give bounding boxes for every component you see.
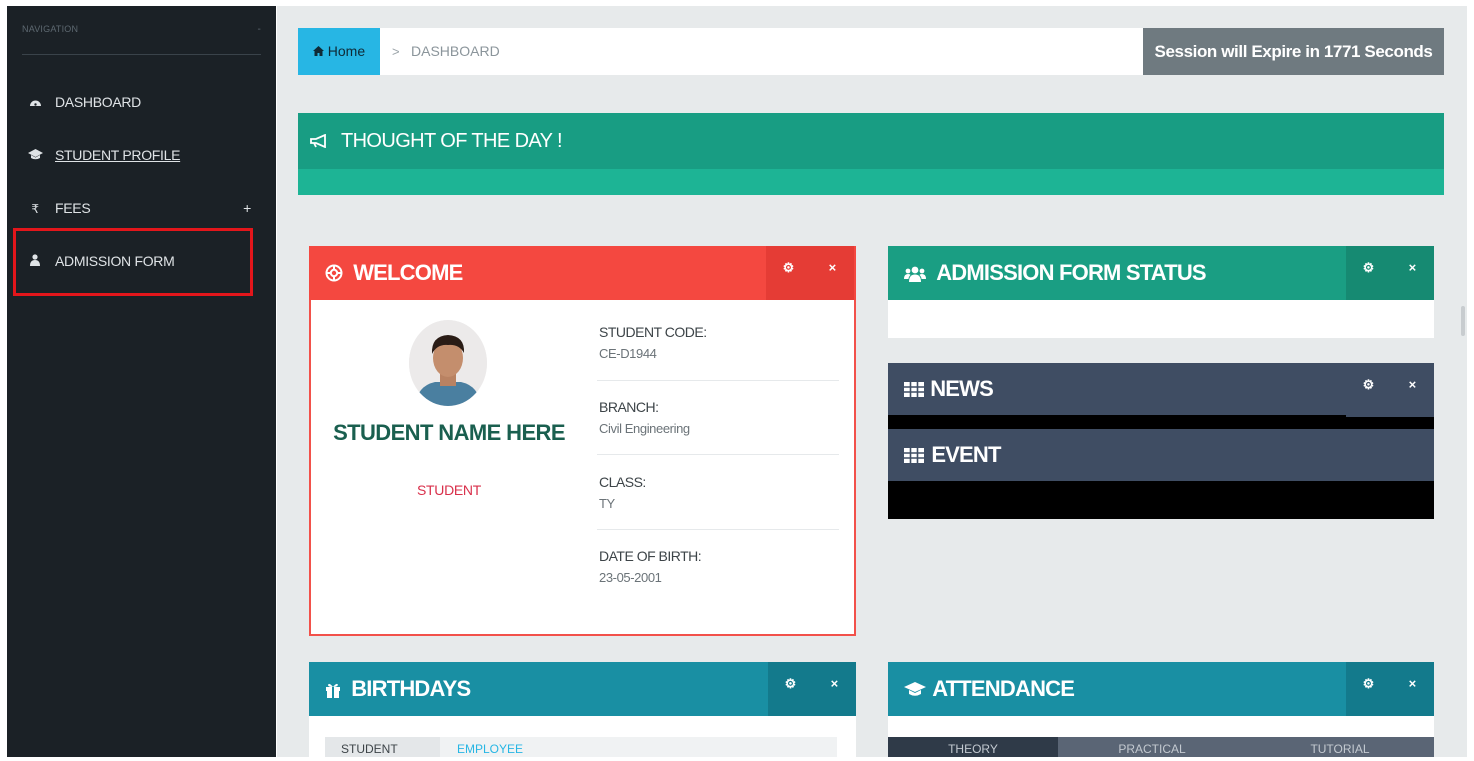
navigation-label: NAVIGATION <box>22 24 79 34</box>
sidebar-item-dashboard[interactable]: DASHBOARD <box>27 90 141 114</box>
birthdays-panel: BIRTHDAYS ⚙ × STUDENT EMPLOYEE <box>309 662 856 757</box>
welcome-header: WELCOME ⚙ × <box>309 246 856 300</box>
field-value: CE-D1944 <box>599 346 657 361</box>
news-panel: NEWS ⚙ × EVENT <box>888 363 1434 519</box>
close-icon[interactable]: × <box>1390 662 1434 716</box>
field-value: 23-05-2001 <box>599 570 662 585</box>
settings-icon[interactable]: ⚙ <box>1346 363 1390 417</box>
birthdays-tabs: STUDENT EMPLOYEE <box>325 737 837 757</box>
field-value: TY <box>599 496 615 511</box>
tab-employee[interactable]: EMPLOYEE <box>457 737 523 757</box>
sidebar-item-label: FEES <box>55 200 91 216</box>
news-title-wrap: NEWS <box>904 363 994 416</box>
event-title-wrap: EVENT <box>904 429 1001 481</box>
megaphone-icon <box>310 130 333 152</box>
event-title: EVENT <box>931 442 1001 467</box>
users-icon <box>904 264 930 284</box>
dashboard-icon <box>27 91 43 115</box>
settings-icon[interactable]: ⚙ <box>1346 246 1390 300</box>
sidebar-collapse-button[interactable]: - <box>257 24 261 35</box>
gift-icon <box>325 680 345 700</box>
birthdays-title: BIRTHDAYS <box>351 676 471 701</box>
class-field: CLASS: TY <box>599 474 839 511</box>
sidebar-item-student-profile[interactable]: STUDENT PROFILE <box>27 143 180 167</box>
thought-of-day-header: THOUGHT OF THE DAY ! <box>298 113 1444 169</box>
close-icon[interactable]: × <box>810 246 854 300</box>
highlight-box <box>13 228 253 296</box>
main-content: Home > DASHBOARD Session will Expire in … <box>277 6 1467 757</box>
divider <box>597 454 839 455</box>
divider <box>597 380 839 381</box>
sidebar-item-label: DASHBOARD <box>55 94 141 110</box>
event-header: EVENT <box>888 429 1434 481</box>
birthdays-title-wrap: BIRTHDAYS <box>325 662 471 717</box>
settings-icon[interactable]: ⚙ <box>768 662 812 716</box>
attendance-header: ATTENDANCE ⚙ × <box>888 662 1434 716</box>
tab-practical[interactable]: PRACTICAL <box>1058 737 1246 757</box>
news-header: NEWS ⚙ × <box>888 363 1434 417</box>
welcome-panel: WELCOME ⚙ × STUDENT NAME HERE STUDENT ST… <box>309 246 856 636</box>
home-icon <box>312 43 328 59</box>
lifebuoy-icon <box>325 264 347 284</box>
attendance-title: ATTENDANCE <box>932 676 1075 701</box>
avatar <box>409 320 487 406</box>
breadcrumb-separator: > <box>392 44 400 59</box>
close-icon[interactable]: × <box>812 662 856 716</box>
breadcrumb-home-link[interactable]: Home <box>298 28 380 75</box>
expand-icon[interactable]: + <box>243 196 251 220</box>
breadcrumb-current: DASHBOARD <box>411 43 500 59</box>
field-label: BRANCH: <box>599 399 659 415</box>
attendance-title-wrap: ATTENDANCE <box>904 662 1075 717</box>
settings-icon[interactable]: ⚙ <box>766 246 810 300</box>
breadcrumb: Home > DASHBOARD Session will Expire in … <box>298 28 1444 75</box>
field-label: STUDENT CODE: <box>599 324 707 340</box>
session-timer: Session will Expire in 1771 Seconds <box>1143 28 1444 75</box>
field-label: CLASS: <box>599 474 646 490</box>
thought-of-day-panel: THOUGHT OF THE DAY ! <box>298 113 1444 195</box>
welcome-title-wrap: WELCOME <box>325 246 463 301</box>
scrollbar-thumb[interactable] <box>1461 306 1465 336</box>
close-icon[interactable]: × <box>1390 363 1434 417</box>
admission-status-title: ADMISSION FORM STATUS <box>936 260 1206 285</box>
branch-field: BRANCH: Civil Engineering <box>599 399 839 436</box>
sidebar-item-label: STUDENT PROFILE <box>55 147 181 163</box>
student-role: STUDENT <box>416 482 481 498</box>
home-label: Home <box>327 43 366 59</box>
settings-icon[interactable]: ⚙ <box>1346 662 1390 716</box>
field-value: Civil Engineering <box>599 421 690 436</box>
tab-student[interactable]: STUDENT <box>325 737 440 757</box>
tab-theory[interactable]: THEORY <box>888 737 1058 757</box>
close-icon[interactable]: × <box>1390 246 1434 300</box>
divider <box>597 529 839 530</box>
student-code-field: STUDENT CODE: CE-D1944 <box>599 324 839 361</box>
table-icon <box>904 380 928 400</box>
sidebar-item-fees[interactable]: ₹ FEES + <box>27 196 267 220</box>
welcome-title: WELCOME <box>353 260 463 285</box>
attendance-tabs: THEORY PRACTICAL TUTORIAL <box>888 737 1434 757</box>
graduation-cap-icon <box>27 144 43 168</box>
graduation-cap-icon <box>904 680 930 700</box>
rupee-icon: ₹ <box>31 202 39 216</box>
admission-status-panel: ADMISSION FORM STATUS ⚙ × <box>888 246 1434 338</box>
news-title: NEWS <box>930 376 994 401</box>
navigation-header: NAVIGATION - <box>22 24 261 55</box>
student-name: STUDENT NAME HERE <box>333 420 565 445</box>
date-of-birth-field: DATE OF BIRTH: 23-05-2001 <box>599 548 839 585</box>
thought-of-day-body <box>298 169 1444 195</box>
field-label: DATE OF BIRTH: <box>599 548 702 564</box>
tab-tutorial[interactable]: TUTORIAL <box>1246 737 1434 757</box>
birthdays-header: BIRTHDAYS ⚙ × <box>309 662 856 716</box>
admission-status-header: ADMISSION FORM STATUS ⚙ × <box>888 246 1434 300</box>
sidebar: NAVIGATION - DASHBOARD STUDENT PROFILE ₹… <box>7 6 276 757</box>
thought-of-day-title: THOUGHT OF THE DAY ! <box>340 130 563 152</box>
admission-status-title-wrap: ADMISSION FORM STATUS <box>904 246 1207 301</box>
attendance-panel: ATTENDANCE ⚙ × THEORY PRACTICAL TUTORIAL <box>888 662 1434 757</box>
table-icon <box>904 442 929 467</box>
